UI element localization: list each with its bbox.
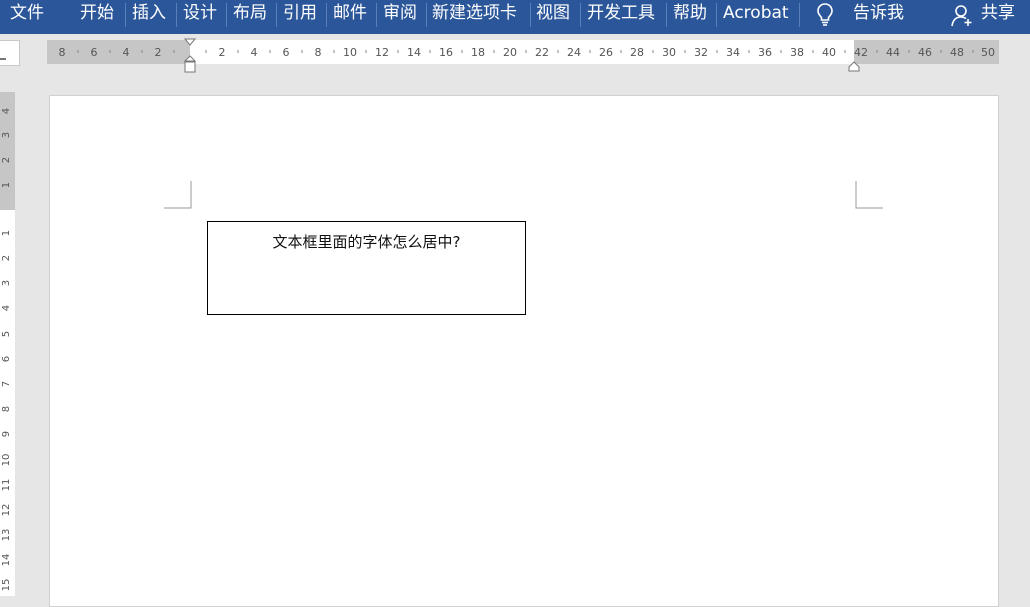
indent-markers [77, 38, 974, 73]
tab-separator [276, 3, 277, 27]
tab-separator [226, 3, 227, 27]
tab-help[interactable]: 帮助 [673, 0, 707, 26]
crop-mark-top-right [855, 181, 883, 209]
tab-separator [326, 3, 327, 27]
ruler-tick-label: 2 [1, 254, 12, 262]
ruler-tick-label: 15 [1, 578, 12, 592]
tab-file[interactable]: 文件 [10, 0, 44, 26]
tab-separator [530, 3, 531, 27]
tell-me-search[interactable]: 告诉我 [853, 0, 904, 26]
ruler-tick-label: 1 [1, 229, 12, 237]
ruler-tick-label: 1 [1, 181, 12, 189]
tab-separator [426, 3, 427, 27]
ruler-tick-label: 8 [1, 405, 12, 413]
tab-separator [176, 3, 177, 27]
ruler-tick-label: 12 [1, 503, 12, 517]
tab-new-tab[interactable]: 新建选项卡 [432, 0, 517, 26]
ruler-tick-label: 9 [1, 430, 12, 438]
tab-mailings[interactable]: 邮件 [333, 0, 367, 26]
tab-review[interactable]: 审阅 [383, 0, 417, 26]
tab-insert[interactable]: 插入 [132, 0, 166, 26]
right-indent-marker [848, 61, 860, 72]
tab-separator [125, 3, 126, 27]
tab-layout[interactable]: 布局 [233, 0, 267, 26]
ruler-tick-label: 5 [1, 330, 12, 338]
left-indent-marker [184, 61, 196, 73]
person-add-icon[interactable] [951, 3, 973, 27]
ruler-tick-label: 3 [1, 131, 12, 139]
crop-mark-top-left [164, 181, 192, 209]
tab-design[interactable]: 设计 [183, 0, 217, 26]
ruler-tick-label: 13 [1, 528, 12, 542]
ruler-tick-label: 4 [1, 107, 12, 115]
document-page[interactable] [49, 95, 999, 607]
tab-references[interactable]: 引用 [283, 0, 317, 26]
ruler-tick-label: 6 [1, 355, 12, 363]
first-line-indent-marker [183, 38, 197, 46]
tab-separator [716, 3, 717, 27]
tab-separator [376, 3, 377, 27]
tab-view[interactable]: 视图 [536, 0, 570, 26]
text-box[interactable]: 文本框里面的字体怎么居中? [207, 221, 526, 315]
text-box-content[interactable]: 文本框里面的字体怎么居中? [208, 231, 525, 252]
ruler-tick-label: 7 [1, 380, 12, 388]
ruler-tick-label: 11 [1, 478, 12, 492]
hanging-indent-marker [183, 55, 197, 62]
tab-home[interactable]: 开始 [80, 0, 114, 26]
ribbon-bar: 文件 开始 插入 设计 布局 引用 邮件 审阅 新建选项卡 视图 开发工具 帮助… [0, 0, 1030, 34]
tab-separator [580, 3, 581, 27]
tab-separator [799, 3, 800, 27]
ruler-tick-label: 3 [1, 279, 12, 287]
lightbulb-icon[interactable] [815, 1, 835, 27]
tab-acrobat[interactable]: Acrobat [723, 0, 789, 26]
ruler-tick-label: 2 [1, 156, 12, 164]
share-button[interactable]: 共享 [981, 0, 1015, 26]
tab-developer[interactable]: 开发工具 [587, 0, 655, 26]
ruler-tick-label: 10 [1, 453, 12, 467]
ruler-tick-label: 4 [1, 304, 12, 312]
tab-separator [666, 3, 667, 27]
ruler-tick-label: 14 [1, 553, 12, 567]
